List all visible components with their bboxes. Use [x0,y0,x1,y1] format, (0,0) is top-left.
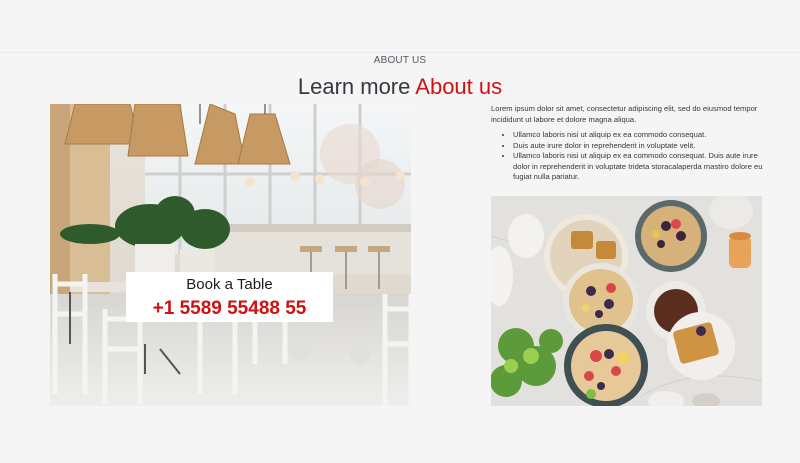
about-bullet: Ullamco laboris nisi ut aliquip ex ea co… [513,151,766,183]
book-table-title: Book a Table [186,276,273,293]
section-tag: ABOUT US [373,55,427,66]
about-text: Lorem ipsum dolor sit amet, consectetur … [491,104,766,183]
breakfast-food-photo [491,196,762,406]
about-bullet: Duis aute irure dolor in reprehenderit i… [513,141,766,152]
section-title-accent: About us [415,74,503,99]
restaurant-interior-photo [50,104,411,406]
book-table-phone[interactable]: +1 5589 55488 55 [126,298,333,320]
about-intro: Lorem ipsum dolor sit amet, consectetur … [491,104,758,124]
about-bullet: Ullamco laboris nisi ut aliquip ex ea co… [513,130,766,141]
section-title-prefix: Learn more [297,74,411,99]
book-table-box: Book a Table +1 5589 55488 55 [126,272,333,322]
header-divider [0,52,800,53]
section-title: Learn more About us [0,74,800,100]
about-bullet-list: Ullamco laboris nisi ut aliquip ex ea co… [491,130,766,183]
